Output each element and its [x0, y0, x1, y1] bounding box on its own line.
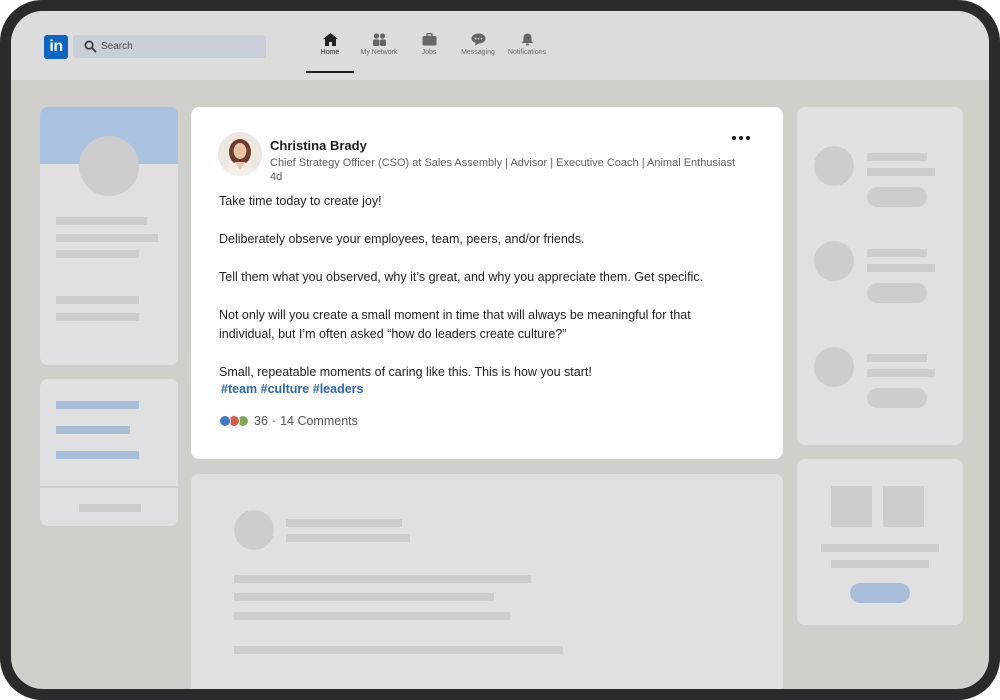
post-age: 4d	[270, 171, 283, 183]
placeholder-line	[234, 593, 494, 601]
more-options-button[interactable]	[728, 131, 756, 145]
placeholder-line	[867, 369, 935, 377]
nav-jobs[interactable]: Jobs	[414, 33, 444, 73]
placeholder-line	[831, 560, 929, 568]
reaction-count[interactable]: 36	[254, 414, 268, 428]
search-box[interactable]	[73, 35, 266, 58]
placeholder-link	[56, 451, 139, 459]
hashtag-team[interactable]: #team	[221, 382, 257, 396]
nav-jobs-label: Jobs	[421, 49, 437, 56]
nav-notifications[interactable]: Notifications	[504, 33, 550, 73]
linkedin-logo[interactable]: in	[44, 35, 68, 59]
placeholder-line	[821, 544, 939, 552]
placeholder-link	[56, 426, 130, 434]
placeholder-avatar	[814, 146, 854, 186]
shortcuts-card-placeholder	[40, 379, 178, 526]
hashtag-leaders[interactable]: #leaders	[313, 382, 364, 396]
placeholder-line	[867, 354, 927, 362]
author-avatar[interactable]	[218, 132, 262, 176]
placeholder-line	[867, 168, 935, 176]
placeholder-button	[850, 583, 910, 603]
more-dot-icon	[732, 136, 736, 140]
nav-home-label: Home	[320, 49, 340, 56]
nav-messaging-label: Messaging	[461, 49, 495, 56]
post-text-line: Tell them what you observed, why it’s gr…	[219, 270, 704, 284]
placeholder-avatar	[814, 347, 854, 387]
placeholder-line	[867, 264, 935, 272]
post-text-line: Small, repeatable moments of caring like…	[219, 365, 592, 379]
count-separator: ·	[271, 414, 277, 428]
social-counts: 36 · 14 Comments	[219, 412, 358, 430]
post-text-line: individual, but I’m often asked “how do …	[219, 327, 567, 341]
placeholder-line	[286, 519, 402, 527]
briefcase-icon	[422, 33, 436, 46]
placeholder-image	[883, 486, 924, 527]
placeholder-line	[56, 250, 139, 258]
home-icon	[322, 33, 338, 46]
more-dot-icon	[746, 136, 750, 140]
screen: in Home	[11, 11, 989, 689]
hashtag-list: #team #culture #leaders	[221, 382, 363, 396]
placeholder-line	[56, 296, 139, 304]
placeholder-button	[867, 187, 927, 207]
placeholder-line	[286, 534, 410, 542]
post-text-line: Deliberately observe your employees, tea…	[219, 232, 585, 246]
placeholder-line	[867, 249, 927, 257]
placeholder-button	[867, 388, 927, 408]
placeholder-line	[56, 217, 147, 225]
placeholder-line	[79, 504, 141, 512]
post-text-line: Not only will you create a small moment …	[219, 308, 691, 322]
author-name[interactable]: Christina Brady	[270, 138, 367, 153]
nav-my-network[interactable]: My Network	[356, 33, 402, 73]
feed-post-placeholder	[191, 474, 783, 689]
messaging-icon	[471, 33, 485, 46]
post-text-line: Take time today to create joy!	[219, 194, 382, 208]
placeholder-image	[831, 486, 872, 527]
ad-card-placeholder	[797, 459, 963, 625]
network-icon	[372, 33, 386, 46]
more-dot-icon	[739, 136, 743, 140]
like-reaction-icon	[219, 415, 231, 427]
placeholder-line	[867, 153, 927, 161]
author-photo	[218, 132, 262, 176]
bell-icon	[521, 33, 533, 46]
nav-messaging[interactable]: Messaging	[456, 33, 500, 73]
profile-card-placeholder	[40, 107, 178, 365]
profile-avatar-placeholder	[79, 136, 139, 196]
search-icon	[84, 40, 97, 53]
feed-post: Christina Brady Chief Strategy Officer (…	[191, 107, 783, 459]
search-input[interactable]	[101, 35, 261, 58]
placeholder-avatar	[814, 241, 854, 281]
device-frame: in Home	[0, 0, 1000, 700]
nav-my-network-label: My Network	[360, 49, 398, 56]
placeholder-link	[56, 401, 139, 409]
active-tab-indicator	[306, 71, 354, 73]
card-divider	[40, 486, 178, 488]
nav-notifications-label: Notifications	[507, 49, 547, 56]
author-headline: Chief Strategy Officer (CSO) at Sales As…	[270, 157, 736, 169]
placeholder-avatar	[234, 510, 274, 550]
suggestions-card-placeholder	[797, 107, 963, 445]
placeholder-line	[234, 612, 510, 620]
placeholder-line	[56, 313, 139, 321]
placeholder-button	[867, 283, 927, 303]
top-nav-bar: in Home	[11, 11, 989, 80]
comments-count[interactable]: 14 Comments	[280, 414, 358, 428]
hashtag-culture[interactable]: #culture	[261, 382, 310, 396]
placeholder-line	[56, 234, 158, 242]
placeholder-line	[234, 575, 531, 583]
placeholder-line	[234, 646, 563, 654]
nav-home[interactable]: Home	[306, 33, 354, 73]
